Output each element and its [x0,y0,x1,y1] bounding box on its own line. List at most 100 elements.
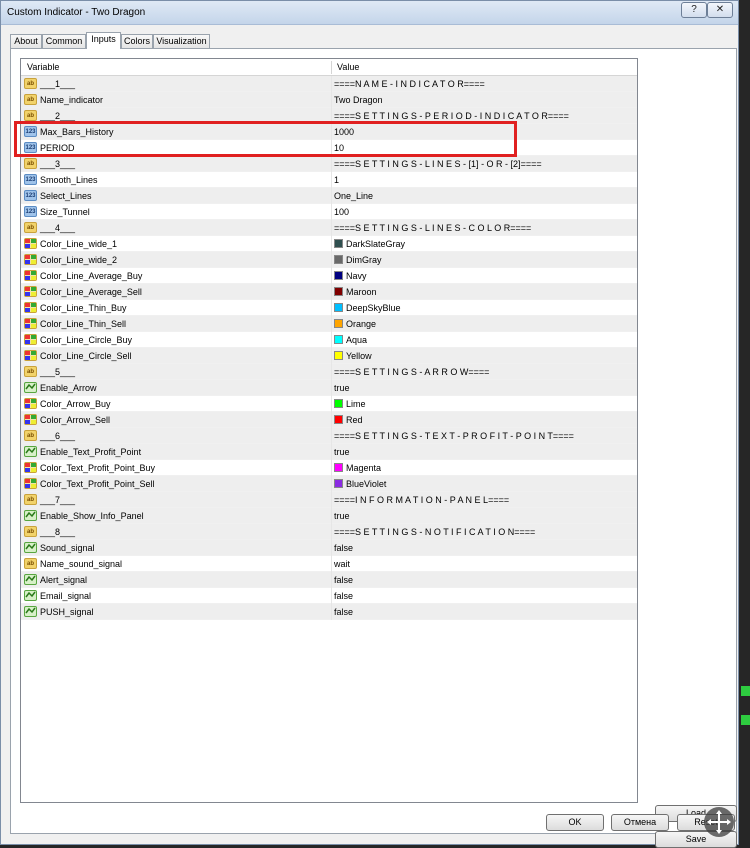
help-button[interactable]: ? [681,2,707,18]
value-cell[interactable]: true [331,444,637,460]
variable-cell[interactable]: ab ___8___ [21,524,331,540]
variable-cell[interactable]: Color_Line_Average_Buy [21,268,331,284]
variable-cell[interactable]: Color_Line_Thin_Sell [21,316,331,332]
variable-cell[interactable]: Enable_Arrow [21,380,331,396]
tab-inputs[interactable]: Inputs [86,32,121,49]
value-cell[interactable]: true [331,380,637,396]
section-row[interactable]: ab ___1___ ====N A M E - I N D I C A T O R… [21,76,637,92]
variable-cell[interactable]: 123 Smooth_Lines [21,172,331,188]
table-row[interactable]: Email_signal false [21,588,637,604]
variable-cell[interactable]: Color_Text_Profit_Point_Sell [21,476,331,492]
table-row[interactable]: 123 Smooth_Lines 1 [21,172,637,188]
variable-cell[interactable]: Color_Line_Circle_Buy [21,332,331,348]
title-bar[interactable]: Custom Indicator - Two Dragon ? ✕ [1,1,738,25]
variable-cell[interactable]: Enable_Show_Info_Panel [21,508,331,524]
value-cell[interactable]: Orange [331,316,637,332]
value-cell[interactable]: 10 [331,140,637,156]
header-value[interactable]: Value [331,59,637,76]
value-cell[interactable]: false [331,540,637,556]
variable-cell[interactable]: Enable_Text_Profit_Point [21,444,331,460]
value-cell[interactable]: Maroon [331,284,637,300]
variable-cell[interactable]: ab ___5___ [21,364,331,380]
value-cell[interactable]: ====S E T T I N G S - L I N E S - C O L … [331,220,637,236]
variable-cell[interactable]: Color_Line_wide_1 [21,236,331,252]
zoom-icon[interactable] [704,807,734,837]
value-cell[interactable]: false [331,604,637,620]
table-row[interactable]: Color_Line_wide_1 DarkSlateGray [21,236,637,252]
section-row[interactable]: ab ___3___ ====S E T T I N G S - L I N E S… [21,156,637,172]
section-row[interactable]: ab ___6___ ====S E T T I N G S - T E X T -… [21,428,637,444]
variable-cell[interactable]: 123 PERIOD [21,140,331,156]
variable-cell[interactable]: ab ___1___ [21,76,331,92]
variable-cell[interactable]: Color_Arrow_Sell [21,412,331,428]
table-row[interactable]: Alert_signal false [21,572,637,588]
header-variable[interactable]: Variable [21,59,331,76]
value-cell[interactable]: ====S E T T I N G S - N O T I F I C A T … [331,524,637,540]
value-cell[interactable]: Navy [331,268,637,284]
variable-cell[interactable]: ab Name_indicator [21,92,331,108]
value-cell[interactable]: Lime [331,396,637,412]
table-row[interactable]: Color_Arrow_Sell Red [21,412,637,428]
table-row[interactable]: 123 Max_Bars_History 1000 [21,124,637,140]
table-row[interactable]: Color_Line_Circle_Sell Yellow [21,348,637,364]
table-row[interactable]: Color_Arrow_Buy Lime [21,396,637,412]
variable-cell[interactable]: Color_Line_Circle_Sell [21,348,331,364]
value-cell[interactable]: 1 [331,172,637,188]
variable-cell[interactable]: ab ___3___ [21,156,331,172]
table-row[interactable]: Color_Line_Circle_Buy Aqua [21,332,637,348]
value-cell[interactable]: ====S E T T I N G S - T E X T - P R O F … [331,428,637,444]
value-cell[interactable]: Two Dragon [331,92,637,108]
value-cell[interactable]: DimGray [331,252,637,268]
value-cell[interactable]: Magenta [331,460,637,476]
variable-cell[interactable]: Color_Arrow_Buy [21,396,331,412]
value-cell[interactable]: ====S E T T I N G S - L I N E S - [1] - … [331,156,637,172]
variable-cell[interactable]: ab ___2___ [21,108,331,124]
variable-cell[interactable]: Color_Text_Profit_Point_Buy [21,460,331,476]
variable-cell[interactable]: 123 Select_Lines [21,188,331,204]
section-row[interactable]: ab ___8___ ====S E T T I N G S - N O T I F… [21,524,637,540]
table-row[interactable]: Sound_signal false [21,540,637,556]
value-cell[interactable]: ====S E T T I N G S - P E R I O D - I N … [331,108,637,124]
value-cell[interactable]: DarkSlateGray [331,236,637,252]
table-row[interactable]: PUSH_signal false [21,604,637,620]
variable-cell[interactable]: ab ___6___ [21,428,331,444]
value-cell[interactable]: DeepSkyBlue [331,300,637,316]
tab-common[interactable]: Common [42,34,86,49]
table-row[interactable]: Enable_Arrow true [21,380,637,396]
section-row[interactable]: ab ___5___ ====S E T T I N G S - A R R O W… [21,364,637,380]
table-row[interactable]: Color_Line_Thin_Buy DeepSkyBlue [21,300,637,316]
value-cell[interactable]: 100 [331,204,637,220]
value-cell[interactable]: BlueViolet [331,476,637,492]
table-row[interactable]: 123 PERIOD 10 [21,140,637,156]
section-row[interactable]: ab ___7___ ====I N F O R M A T I O N - P A… [21,492,637,508]
variable-cell[interactable]: Color_Line_Average_Sell [21,284,331,300]
table-row[interactable]: Color_Line_Thin_Sell Orange [21,316,637,332]
variable-cell[interactable]: Color_Line_wide_2 [21,252,331,268]
table-row[interactable]: Color_Line_wide_2 DimGray [21,252,637,268]
value-cell[interactable]: Red [331,412,637,428]
value-cell[interactable]: ====I N F O R M A T I O N - P A N E L===… [331,492,637,508]
variable-cell[interactable]: Alert_signal [21,572,331,588]
variable-cell[interactable]: Email_signal [21,588,331,604]
variable-cell[interactable]: Sound_signal [21,540,331,556]
table-row[interactable]: ab Name_indicator Two Dragon [21,92,637,108]
value-cell[interactable]: wait [331,556,637,572]
tab-colors[interactable]: Colors [121,34,153,49]
variable-cell[interactable]: ab ___7___ [21,492,331,508]
close-button[interactable]: ✕ [707,2,733,18]
section-row[interactable]: ab ___2___ ====S E T T I N G S - P E R I O… [21,108,637,124]
value-cell[interactable]: One_Line [331,188,637,204]
section-row[interactable]: ab ___4___ ====S E T T I N G S - L I N E S… [21,220,637,236]
tab-visualization[interactable]: Visualization [153,34,210,49]
value-cell[interactable]: Yellow [331,348,637,364]
variable-cell[interactable]: Color_Line_Thin_Buy [21,300,331,316]
value-cell[interactable]: false [331,588,637,604]
table-row[interactable]: Enable_Text_Profit_Point true [21,444,637,460]
table-row[interactable]: ab Name_sound_signal wait [21,556,637,572]
variable-cell[interactable]: ab ___4___ [21,220,331,236]
table-row[interactable]: Color_Text_Profit_Point_Buy Magenta [21,460,637,476]
table-row[interactable]: Color_Line_Average_Sell Maroon [21,284,637,300]
tab-about[interactable]: About [10,34,42,49]
table-row[interactable]: 123 Select_Lines One_Line [21,188,637,204]
variable-cell[interactable]: ab Name_sound_signal [21,556,331,572]
